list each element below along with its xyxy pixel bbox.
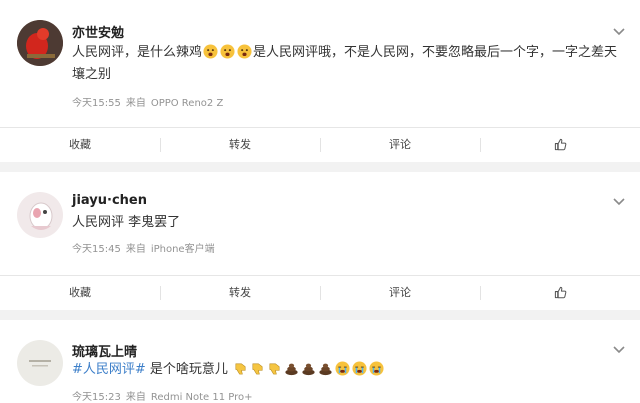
scared-face-icon xyxy=(220,44,235,59)
source-prefix: 来自 xyxy=(125,392,146,403)
source-prefix: 来自 xyxy=(125,244,146,255)
avatar[interactable] xyxy=(17,192,63,238)
collect-label: 收藏 xyxy=(69,138,91,151)
scared-face-icon xyxy=(237,44,252,59)
like-icon xyxy=(554,286,566,298)
source-prefix: 来自 xyxy=(125,98,146,109)
crying-face-icon xyxy=(352,361,367,376)
timestamp: 今天15:55 xyxy=(72,98,121,109)
comment-text: 人民网评 李鬼罢了 xyxy=(72,215,181,230)
repost-label: 转发 xyxy=(229,286,251,299)
timestamp: 今天15:23 xyxy=(72,392,121,403)
repost-button[interactable]: 转发 xyxy=(160,128,320,162)
poop-icon xyxy=(319,363,332,376)
like-button[interactable] xyxy=(480,276,640,310)
crying-face-icon xyxy=(335,361,350,376)
comment-text-prefix: 人民网评，是什么辣鸡 xyxy=(72,45,203,60)
repost-label: 转发 xyxy=(229,138,251,151)
comment-text: 人民网评，是什么辣鸡 是人民网评哦，不是人民网，不要忽略最后一个字，一字之差天壤之… xyxy=(72,42,620,86)
comment-label: 评论 xyxy=(389,286,411,299)
source-device[interactable]: OPPO Reno2 Z xyxy=(151,98,223,109)
chevron-down-icon[interactable] xyxy=(612,345,626,355)
username[interactable]: 亦世安勉 xyxy=(72,22,124,41)
like-button[interactable] xyxy=(480,128,640,162)
source-device[interactable]: Redmi Note 11 Pro+ xyxy=(151,392,253,403)
comment-meta: 今天15:23 来自 Redmi Note 11 Pro+ xyxy=(72,388,258,403)
comment-label: 评论 xyxy=(389,138,411,151)
comment-meta: 今天15:45 来自 iPhone客户端 xyxy=(72,240,220,255)
like-icon xyxy=(554,138,566,150)
repost-button[interactable]: 转发 xyxy=(160,276,320,310)
comment-card: 琉璃瓦上晴 #人民网评# 是个啥玩意儿 今天15:23 来自 Redmi Note … xyxy=(0,320,640,403)
thumbs-down-icon xyxy=(269,363,280,375)
comment-button[interactable]: 评论 xyxy=(320,128,480,162)
source-device[interactable]: iPhone客户端 xyxy=(151,244,215,255)
avatar[interactable] xyxy=(17,340,63,386)
timestamp: 今天15:45 xyxy=(72,244,121,255)
action-bar: 收藏 转发 评论 xyxy=(0,127,640,162)
chevron-down-icon[interactable] xyxy=(612,197,626,207)
username[interactable]: 琉璃瓦上晴 xyxy=(72,341,137,360)
comment-text-suffix: 是个啥玩意儿 xyxy=(145,362,228,377)
comment-meta: 今天15:55 来自 OPPO Reno2 Z xyxy=(72,94,228,109)
poop-icon xyxy=(302,363,315,376)
username[interactable]: jiayu·chen xyxy=(72,193,147,208)
scared-face-icon xyxy=(203,44,218,59)
hashtag-link[interactable]: #人民网评# xyxy=(72,362,146,377)
thumbs-down-icon xyxy=(252,363,263,375)
comment-card: 亦世安勉 人民网评，是什么辣鸡 是人民网评哦，不是人民网，不要忽略最后一个字，一字… xyxy=(0,0,640,162)
chevron-down-icon[interactable] xyxy=(612,27,626,37)
comment-button[interactable]: 评论 xyxy=(320,276,480,310)
collect-label: 收藏 xyxy=(69,286,91,299)
avatar[interactable] xyxy=(17,20,63,66)
action-bar: 收藏 转发 评论 xyxy=(0,275,640,310)
comment-text: #人民网评# 是个啥玩意儿 xyxy=(72,359,620,381)
comment-card: jiayu·chen 人民网评 李鬼罢了 今天15:45 来自 iPhone客户端 … xyxy=(0,172,640,310)
collect-button[interactable]: 收藏 xyxy=(0,276,160,310)
thumbs-down-icon xyxy=(235,363,246,375)
poop-icon xyxy=(285,363,298,376)
crying-face-icon xyxy=(369,361,384,376)
collect-button[interactable]: 收藏 xyxy=(0,128,160,162)
